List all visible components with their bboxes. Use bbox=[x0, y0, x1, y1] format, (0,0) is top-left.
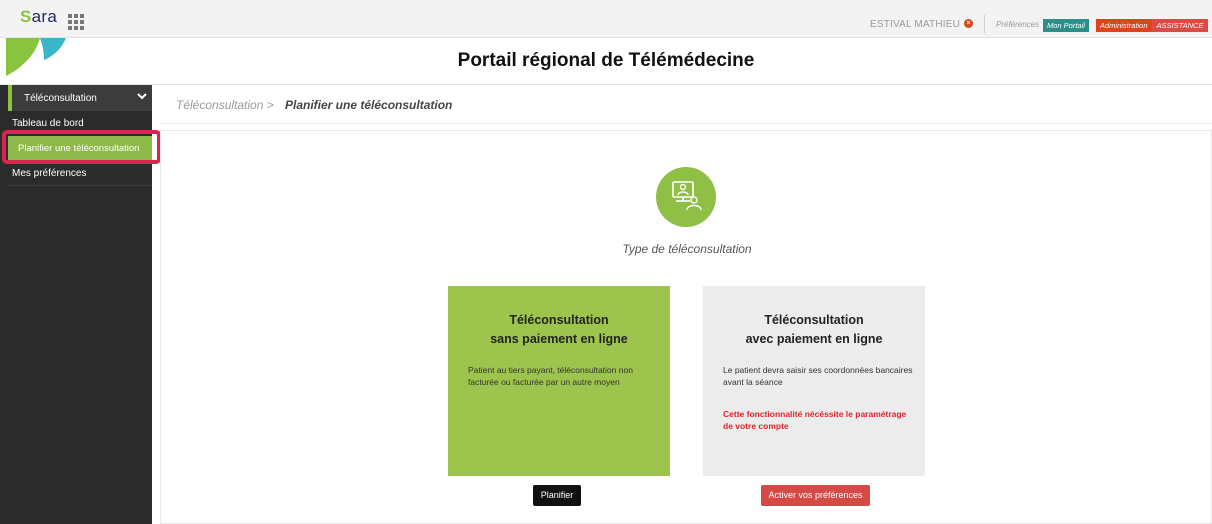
card-avec-paiement: Téléconsultation avec paiement en ligne … bbox=[703, 286, 925, 476]
breadcrumb-current: Planifier une téléconsultation bbox=[285, 98, 453, 112]
mon-portail-button[interactable]: Mon Portail bbox=[1043, 19, 1089, 32]
sidebar-item-tableau-de-bord[interactable]: Tableau de bord bbox=[12, 118, 84, 129]
assistance-button[interactable]: ASSISTANCE bbox=[1152, 19, 1208, 32]
card-description: Le patient devra saisir ses coordonnées … bbox=[723, 365, 913, 387]
sidebar-item-mes-preferences[interactable]: Mes préférences bbox=[12, 168, 86, 179]
card-sans-paiement: Téléconsultation sans paiement en ligne … bbox=[448, 286, 670, 476]
card-description: Patient au tiers payant, téléconsultatio… bbox=[468, 365, 633, 387]
type-label: Type de téléconsultation bbox=[622, 242, 752, 256]
planifier-button[interactable]: Planifier bbox=[533, 485, 581, 506]
card-warning: Cette fonctionnalité nécéssite le paramé… bbox=[723, 409, 907, 431]
main-panel: Type de téléconsultation Téléconsultatio… bbox=[160, 130, 1212, 524]
page-title: Portail régional de Télémédecine bbox=[457, 50, 755, 71]
divider bbox=[984, 15, 985, 33]
sidebar-section-teleconsultation[interactable]: Téléconsultation bbox=[8, 85, 152, 111]
top-bar: Sara ESTIVAL MATHIEU × Préférences Mon P… bbox=[0, 0, 1212, 38]
sara-logo[interactable]: Sara bbox=[20, 7, 57, 27]
activer-preferences-button[interactable]: Activer vos préférences bbox=[761, 485, 870, 506]
apps-grid-icon[interactable] bbox=[68, 14, 86, 30]
breadcrumb: Téléconsultation > Planifier une télécon… bbox=[160, 86, 1212, 124]
administration-button[interactable]: Administration bbox=[1096, 19, 1152, 32]
logout-icon[interactable]: × bbox=[964, 19, 973, 28]
chevron-down-icon bbox=[137, 91, 147, 104]
preferences-link[interactable]: Préférences bbox=[996, 20, 1039, 29]
user-name: ESTIVAL MATHIEU bbox=[870, 19, 961, 30]
card-title: Téléconsultation sans paiement en ligne bbox=[490, 313, 628, 346]
teleconsultation-icon bbox=[656, 167, 716, 227]
highlight-box bbox=[2, 130, 161, 164]
card-title: Téléconsultation avec paiement en ligne bbox=[745, 313, 883, 346]
breadcrumb-parent[interactable]: Téléconsultation > bbox=[176, 98, 274, 112]
